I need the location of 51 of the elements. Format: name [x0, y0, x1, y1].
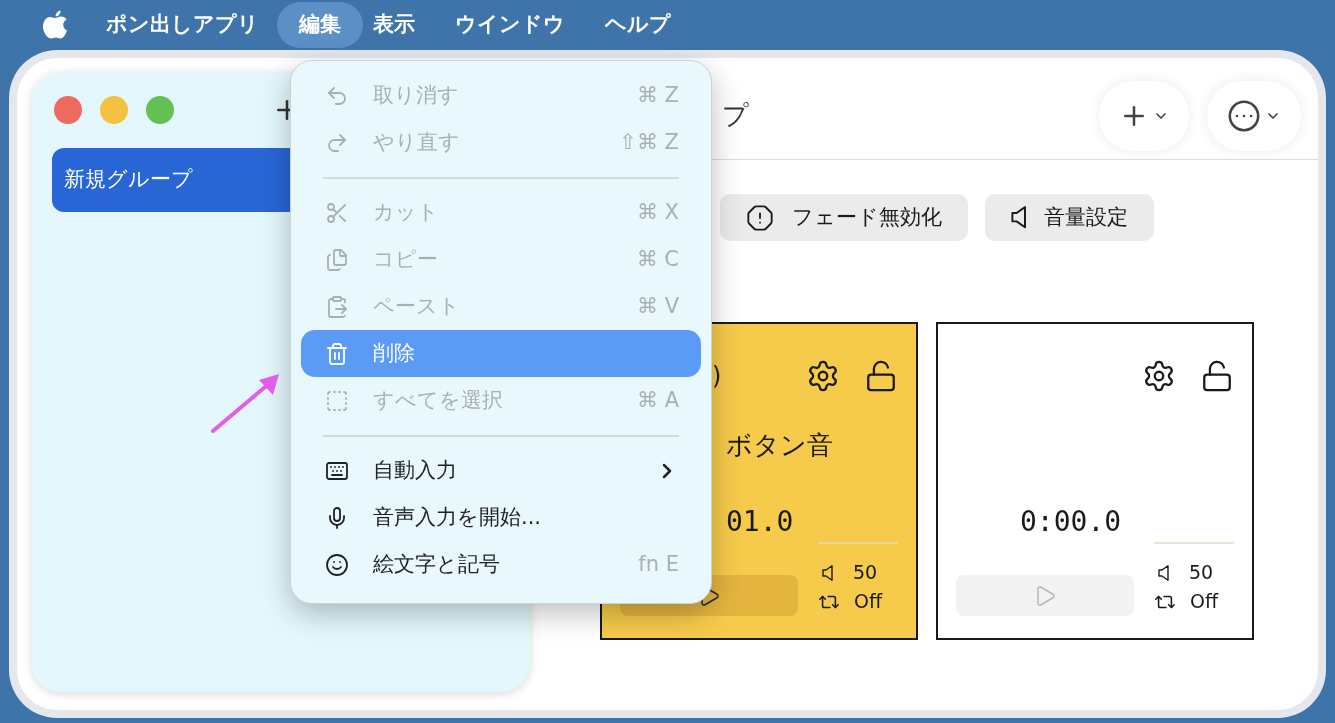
menu-bar-item[interactable]: 編集 [277, 2, 363, 48]
close-window-button[interactable] [54, 96, 82, 124]
sound-title: ボタン音 [726, 428, 833, 462]
speaker-icon [822, 564, 833, 581]
settings-icon[interactable] [806, 359, 840, 393]
apple-logo-icon[interactable] [42, 10, 68, 40]
filter-chip[interactable]: フェード無効化 [720, 194, 968, 241]
sound-name: ) [712, 362, 722, 390]
trash-icon [325, 341, 349, 366]
menu-item-label: 自動入力 [373, 456, 458, 484]
menu-item[interactable]: 削除 [301, 330, 701, 377]
menu-item-label: 取り消す [373, 81, 460, 109]
elapsed-time: 0:00.0 [1020, 508, 1122, 536]
paste-icon [325, 294, 349, 319]
alert-icon [746, 203, 774, 232]
keyboard-shortcut: ⌘ C [636, 245, 679, 273]
menu-item-label: 削除 [373, 339, 416, 367]
scissors-icon [325, 200, 349, 225]
settings-icon[interactable] [1142, 359, 1176, 393]
keyboard-shortcut: ⌘ V [636, 292, 679, 320]
menu-item-label: すべてを選択 [373, 386, 504, 414]
window-title: プ [722, 99, 750, 132]
filter-chip[interactable]: 音量設定 [985, 194, 1155, 241]
volume-value: 50 [1189, 560, 1214, 585]
loop-value: Off [854, 589, 883, 614]
unlocked-icon[interactable] [1200, 359, 1234, 393]
speaker-icon [1158, 564, 1169, 581]
menu-bar-item[interactable]: 表示 [363, 2, 425, 48]
keyboard-shortcut: fn E [638, 550, 679, 578]
menu-bar-item[interactable]: ヘルプ [595, 2, 681, 48]
pointer-arrow [211, 374, 279, 433]
loop-value: Off [1190, 589, 1219, 614]
menu-item-label: コピー [373, 245, 439, 273]
keyboard-shortcut: ⌘ Z [636, 81, 679, 109]
keyboard-shortcut: ⌘ A [636, 386, 679, 414]
more-icon [1227, 98, 1261, 133]
elapsed-time: 01.0 [726, 508, 794, 536]
menu-item-label: ペースト [373, 292, 461, 320]
unlocked-icon[interactable] [864, 359, 898, 393]
keyboard-shortcut: ⇧⌘ Z [619, 128, 679, 156]
copy-icon [325, 247, 349, 272]
volume-value: 50 [853, 560, 878, 585]
speaker-icon [1011, 206, 1027, 229]
menu-item-label: 音声入力を開始... [373, 503, 543, 531]
sound-card[interactable]: 0:00.0 50 Off [936, 322, 1254, 640]
keyboard-shortcut: ⌘ X [636, 198, 679, 226]
menu-bar-item[interactable]: ポン出しアプリ [96, 2, 269, 48]
select-all-icon [325, 388, 349, 413]
menu-bar-item[interactable]: ウインドウ [445, 2, 575, 48]
emoji-icon [325, 552, 349, 577]
menu-item-label: 絵文字と記号 [373, 550, 501, 578]
